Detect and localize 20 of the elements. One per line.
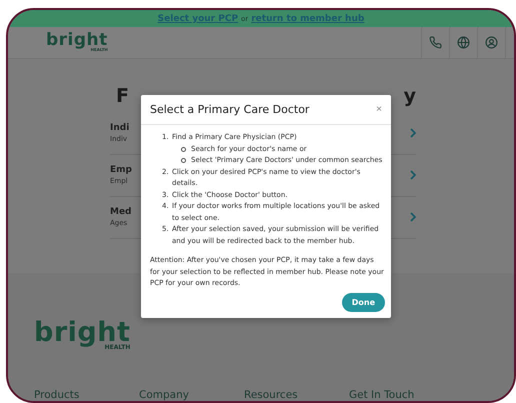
chevron-right-icon <box>410 170 416 180</box>
plan-title: Indi <box>110 123 130 134</box>
bullet-icon <box>181 158 186 164</box>
dialog-title: Select a Primary Care Doctor <box>150 103 310 116</box>
plan-title: Emp <box>110 165 132 176</box>
footer-link[interactable]: Products <box>34 389 139 401</box>
footer-link[interactable]: Resources <box>244 389 349 401</box>
done-button[interactable]: Done <box>342 292 385 312</box>
plan-title: Med <box>110 207 132 218</box>
chevron-right-icon <box>410 212 416 222</box>
footer-link[interactable]: Company <box>139 389 244 401</box>
chevron-right-icon <box>410 128 416 138</box>
globe-icon[interactable] <box>457 36 470 49</box>
page-heading: F <box>116 84 129 107</box>
user-icon[interactable] <box>485 36 498 49</box>
page-heading: y <box>404 84 416 107</box>
close-button[interactable]: × <box>376 104 382 115</box>
bullet-icon <box>181 146 186 152</box>
phone-icon[interactable] <box>429 36 442 49</box>
footer-link[interactable]: Get In Touch <box>349 389 454 401</box>
